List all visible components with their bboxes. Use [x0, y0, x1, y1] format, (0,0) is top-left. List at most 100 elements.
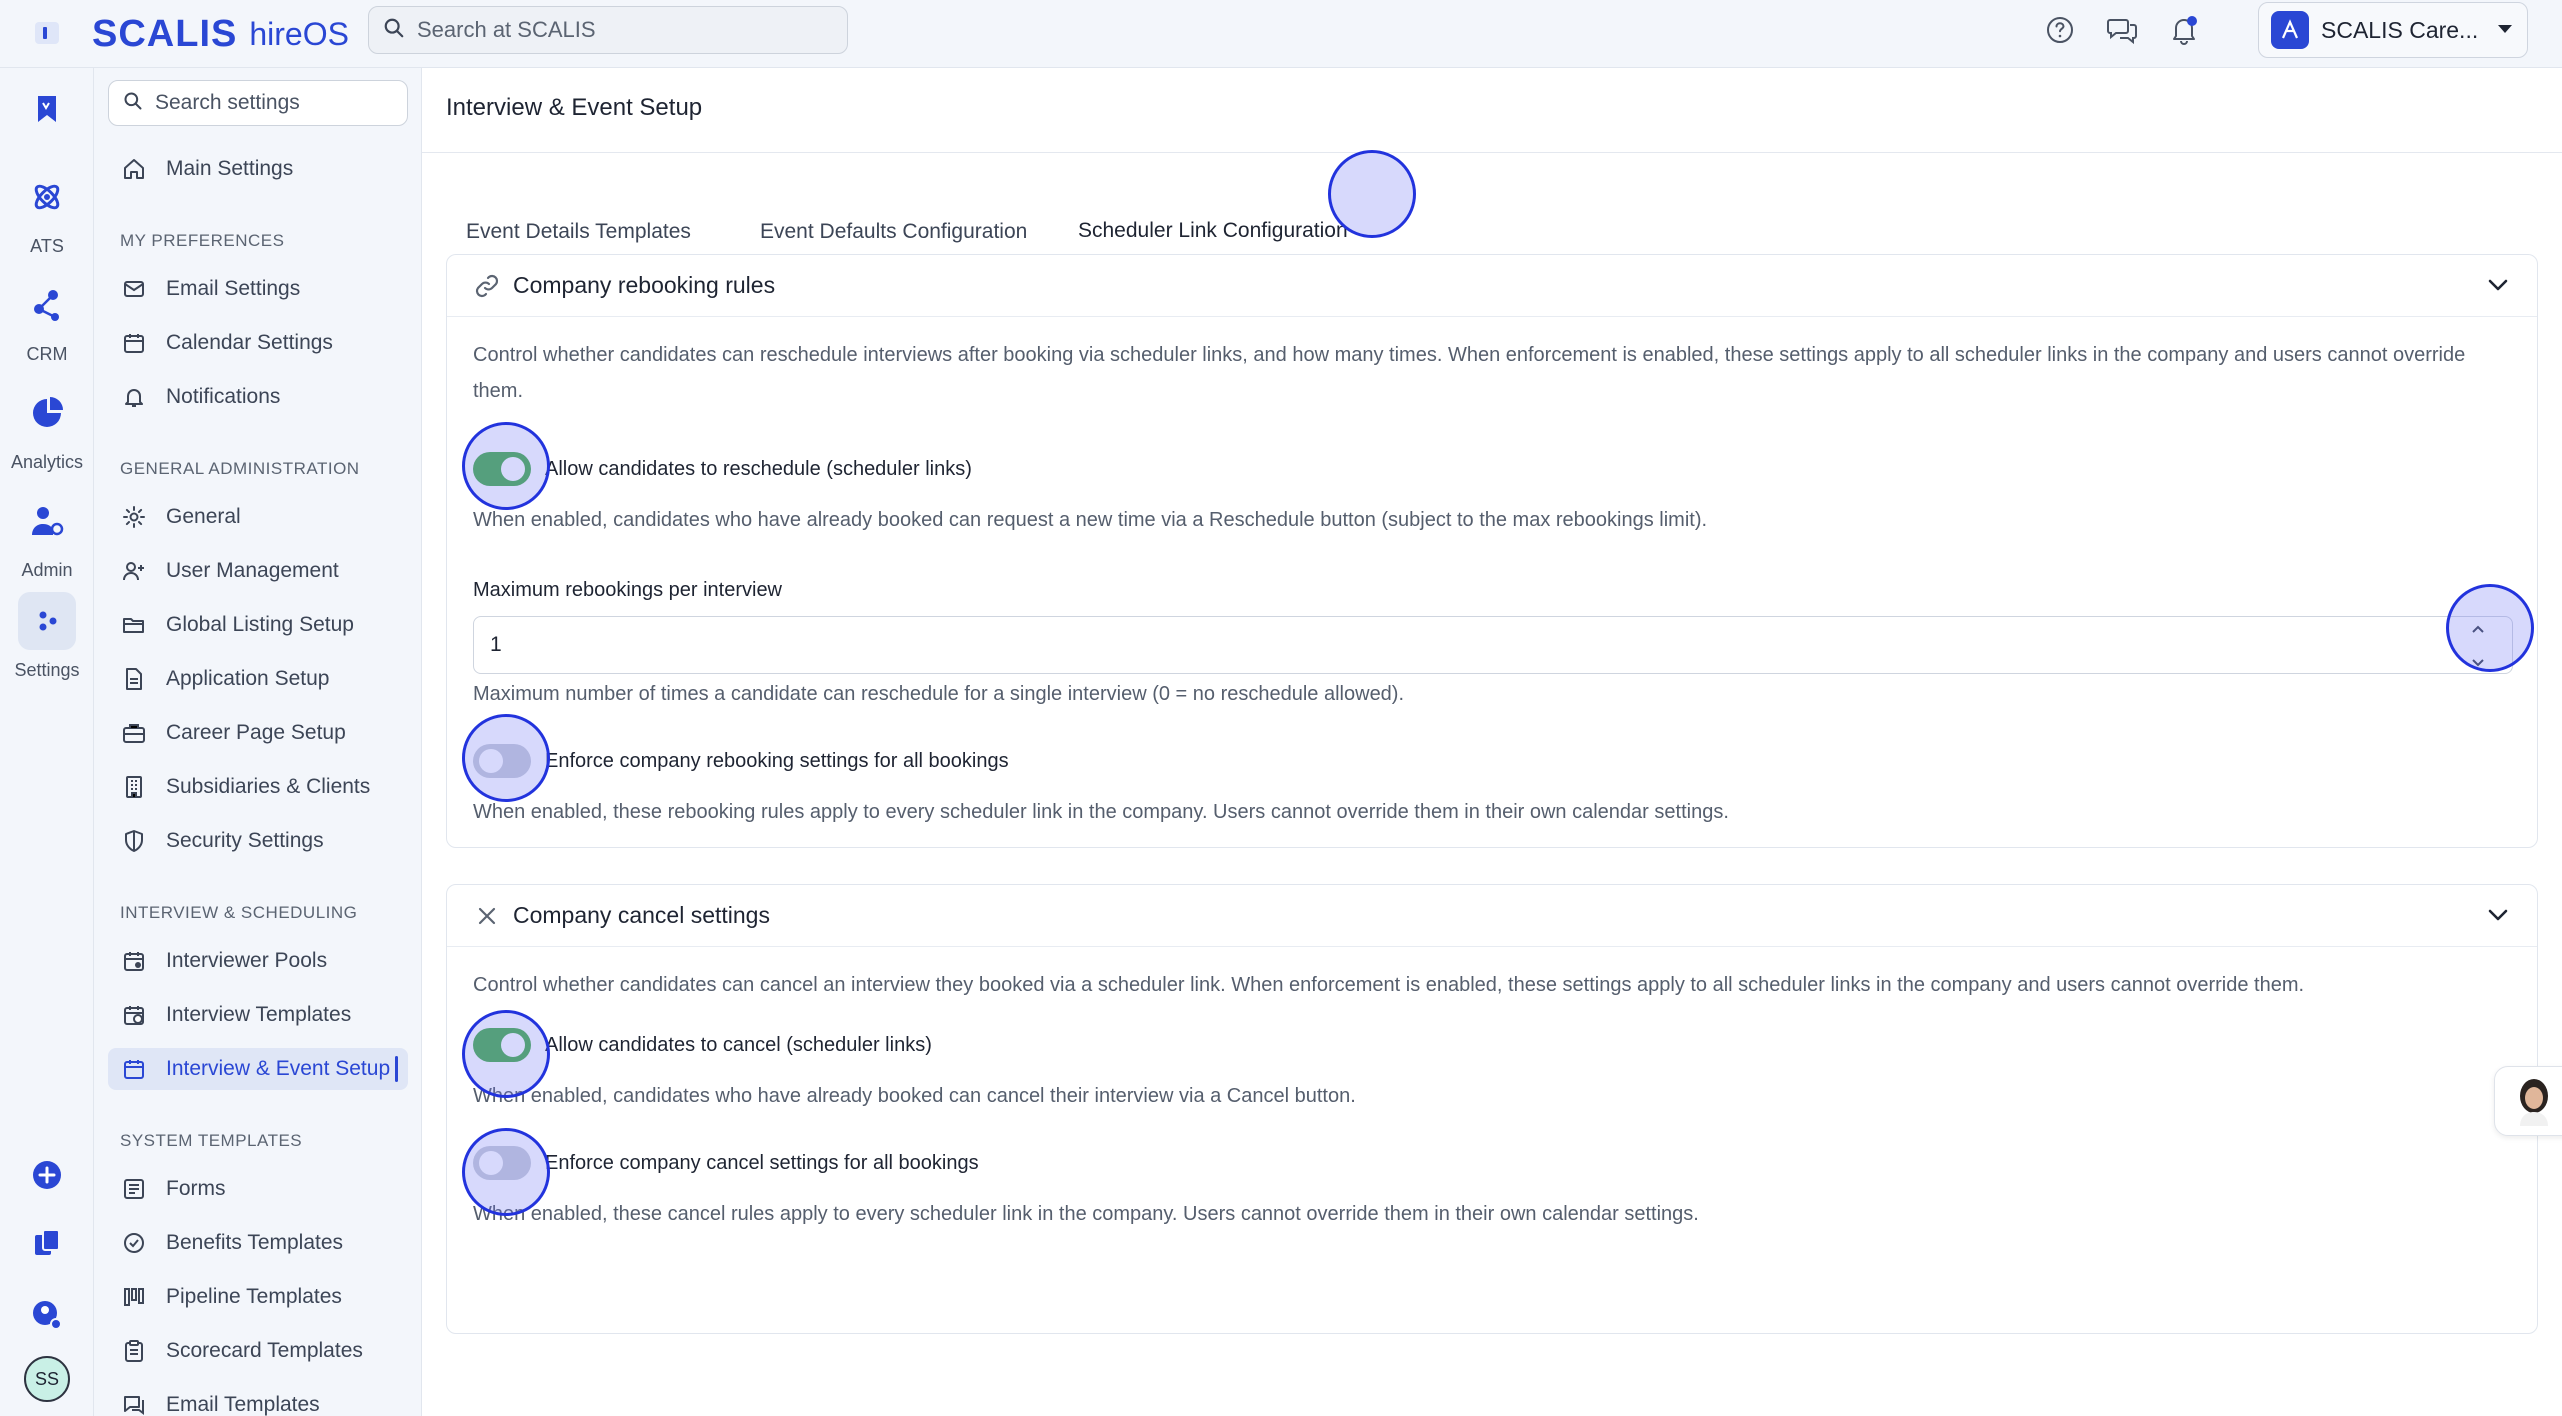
app-rail: ATS CRM Analytics Admin Settings SS — [0, 68, 94, 1416]
rail-item-bookmarks[interactable] — [0, 80, 94, 138]
user-gear-icon — [18, 1286, 76, 1344]
notifications-bell-icon[interactable] — [2166, 12, 2202, 48]
sidebar-item-interview-templates[interactable]: Interview Templates — [108, 994, 408, 1036]
sidebar-item-career-page-setup[interactable]: Career Page Setup — [108, 712, 408, 754]
settings-dots-icon — [18, 592, 76, 650]
avatar[interactable]: SS — [0, 1350, 94, 1408]
sidebar-item-label: General — [166, 505, 241, 528]
calendar-icon — [120, 1055, 148, 1083]
sidebar-item-label: Interview & Event Setup — [166, 1057, 391, 1080]
sidebar-item-label: User Management — [166, 559, 339, 582]
document-icon — [120, 665, 148, 693]
search-icon — [123, 91, 143, 116]
sidebar-item-label: Forms — [166, 1177, 226, 1200]
highlight-marker — [1328, 150, 1416, 238]
sidebar-item-application-setup[interactable]: Application Setup — [108, 658, 408, 700]
rebooking-rules-title: Company rebooking rules — [513, 272, 776, 298]
active-indicator — [395, 1056, 398, 1082]
bookmark-icon — [18, 80, 76, 138]
highlight-marker — [462, 1010, 550, 1098]
highlight-marker — [2446, 584, 2534, 672]
sidebar-item-subsidiaries-clients[interactable]: Subsidiaries & Clients — [108, 766, 408, 808]
highlight-marker — [462, 422, 550, 510]
close-icon — [473, 902, 501, 930]
sidebar-item-calendar-settings[interactable]: Calendar Settings — [108, 322, 408, 364]
sidebar-toggle-icon[interactable] — [32, 18, 62, 48]
shield-icon — [120, 827, 148, 855]
sidebar-item-user-management[interactable]: User Management — [108, 550, 408, 592]
cancel-settings-title: Company cancel settings — [513, 902, 770, 928]
sidebar-item-email-templates[interactable]: Email Templates — [108, 1384, 408, 1416]
assistant-avatar-icon — [2520, 1079, 2548, 1126]
highlight-marker — [462, 1128, 550, 1216]
sidebar-item-interviewer-pools[interactable]: Interviewer Pools — [108, 940, 408, 982]
sidebar-item-forms[interactable]: Forms — [108, 1168, 408, 1210]
rail-item-admin[interactable]: Admin — [0, 492, 94, 581]
sidebar-item-label: Global Listing Setup — [166, 613, 354, 636]
badge-check-icon — [120, 1229, 148, 1257]
sidebar-item-label: Interview Templates — [166, 1003, 352, 1026]
enforce-rebooking-help: When enabled, these rebooking rules appl… — [473, 801, 1729, 823]
sidebar-item-benefits-templates[interactable]: Benefits Templates — [108, 1222, 408, 1264]
bell-icon — [120, 383, 148, 411]
sidebar-item-notifications[interactable]: Notifications — [108, 376, 408, 418]
max-rebookings-input[interactable]: 1 — [473, 616, 2513, 674]
company-name: SCALIS Care... — [2321, 16, 2479, 43]
settings-sidebar: Search settings Main Settings MY PREFERE… — [94, 68, 422, 1416]
sidebar-item-label: Email Settings — [166, 277, 301, 300]
chevron-down-icon[interactable] — [2485, 272, 2511, 303]
sidebar-item-pipeline-templates[interactable]: Pipeline Templates — [108, 1276, 408, 1318]
enforce-cancel-label: Enforce company cancel settings for all … — [545, 1151, 979, 1174]
highlight-marker — [462, 714, 550, 802]
allow-cancel-help: When enabled, candidates who have alread… — [473, 1085, 1356, 1107]
settings-search-placeholder: Search settings — [155, 91, 300, 114]
atom-icon — [18, 168, 76, 226]
sidebar-item-global-listing-setup[interactable]: Global Listing Setup — [108, 604, 408, 646]
rail-item-settings[interactable]: Settings — [0, 592, 94, 681]
max-rebookings-help: Maximum number of times a candidate can … — [473, 683, 1405, 705]
section-heading-system-templates: SYSTEM TEMPLATES — [120, 1131, 303, 1150]
clipboard-icon — [120, 1337, 148, 1365]
messages-icon[interactable] — [2104, 12, 2140, 48]
global-search-placeholder: Search at SCALIS — [417, 17, 596, 42]
company-switcher[interactable]: SCALIS Care... — [2258, 2, 2528, 58]
section-heading-general-administration: GENERAL ADMINISTRATION — [120, 459, 360, 478]
document-stack-icon — [18, 1214, 76, 1272]
rail-label-crm: CRM — [26, 344, 68, 364]
search-icon — [383, 17, 405, 44]
rebooking-rules-card: Company rebooking rules Control whether … — [446, 254, 2538, 848]
sidebar-item-security-settings[interactable]: Security Settings — [108, 820, 408, 862]
rail-documents-button[interactable] — [0, 1214, 94, 1272]
rebooking-rules-header[interactable]: Company rebooking rules — [447, 255, 2537, 317]
allow-reschedule-help: When enabled, candidates who have alread… — [473, 509, 1708, 531]
allow-cancel-label: Allow candidates to cancel (scheduler li… — [545, 1033, 932, 1056]
sidebar-item-scorecard-templates[interactable]: Scorecard Templates — [108, 1330, 408, 1372]
rail-item-analytics[interactable]: Analytics — [0, 384, 94, 473]
sidebar-item-interview-event-setup[interactable]: Interview & Event Setup — [108, 1048, 408, 1090]
brand-logo[interactable]: SCALIS hireOS — [92, 8, 349, 60]
rail-add-button[interactable] — [0, 1146, 94, 1204]
chevron-down-icon[interactable] — [2485, 902, 2511, 933]
link-icon — [473, 272, 501, 300]
enforce-rebooking-label: Enforce company rebooking settings for a… — [545, 749, 1009, 772]
cancel-settings-header[interactable]: Company cancel settings — [447, 885, 2537, 947]
divider — [422, 152, 2562, 153]
page-title: Interview & Event Setup — [446, 94, 703, 121]
folder-open-icon — [120, 611, 148, 639]
calendar-icon — [120, 329, 148, 357]
network-icon — [18, 276, 76, 334]
rail-label-analytics: Analytics — [10, 452, 84, 472]
rebooking-rules-description: Control whether candidates can reschedul… — [473, 344, 2466, 402]
sidebar-item-email-settings[interactable]: Email Settings — [108, 268, 408, 310]
enforce-rebooking-row: Enforce company rebooking settings for a… — [473, 744, 1009, 778]
rail-item-crm[interactable]: CRM — [0, 276, 94, 365]
help-icon[interactable] — [2042, 12, 2078, 48]
rail-user-settings-button[interactable] — [0, 1286, 94, 1344]
rail-label-admin: Admin — [21, 560, 73, 580]
sidebar-item-main-settings[interactable]: Main Settings — [108, 148, 408, 190]
assistant-avatar-button[interactable] — [2494, 1066, 2562, 1136]
sidebar-item-general[interactable]: General — [108, 496, 408, 538]
global-search-input[interactable]: Search at SCALIS — [368, 6, 848, 54]
rail-item-ats[interactable]: ATS — [0, 168, 94, 257]
settings-search-input[interactable]: Search settings — [108, 80, 408, 126]
